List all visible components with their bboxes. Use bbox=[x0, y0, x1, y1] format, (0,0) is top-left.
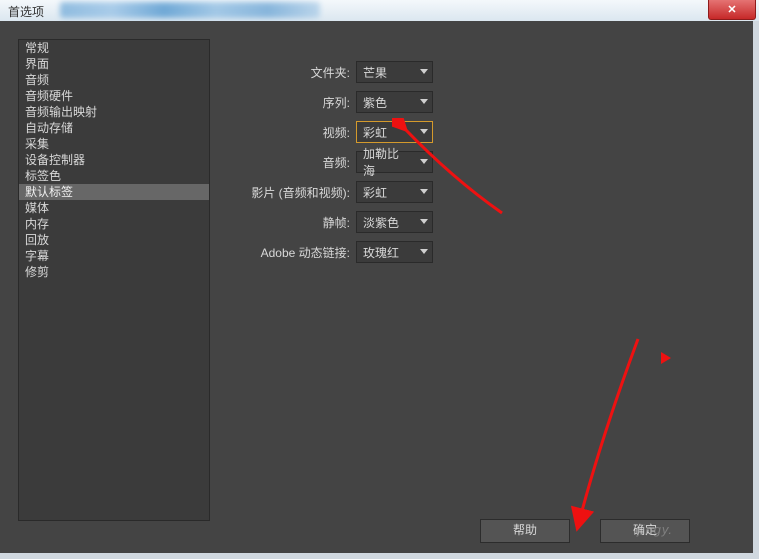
dropdown-value-2: 彩虹 bbox=[357, 124, 416, 141]
dropdown-6[interactable]: 玫瑰红 bbox=[356, 241, 433, 263]
chevron-down-icon bbox=[416, 122, 432, 142]
form-row-6: Adobe 动态链接:玫瑰红 bbox=[235, 241, 495, 263]
form-panel: 文件夹:芒果序列:紫色视频:彩虹音频:加勒比海影片 (音频和视频):彩虹静帧:淡… bbox=[235, 61, 495, 271]
form-label-0: 文件夹: bbox=[235, 64, 356, 81]
form-label-1: 序列: bbox=[235, 94, 356, 111]
form-label-3: 音频: bbox=[235, 154, 356, 171]
titlebar: 首选项 ✕ bbox=[0, 0, 759, 22]
annotation-triangle bbox=[661, 352, 671, 364]
sidebar-item-3[interactable]: 音频硬件 bbox=[19, 88, 209, 104]
chevron-down-icon bbox=[416, 212, 432, 232]
close-button[interactable]: ✕ bbox=[708, 0, 756, 20]
sidebar-item-7[interactable]: 设备控制器 bbox=[19, 152, 209, 168]
dropdown-value-5: 淡紫色 bbox=[357, 214, 416, 231]
window-edge-right bbox=[753, 21, 759, 559]
form-row-0: 文件夹:芒果 bbox=[235, 61, 495, 83]
dropdown-0[interactable]: 芒果 bbox=[356, 61, 433, 83]
form-row-1: 序列:紫色 bbox=[235, 91, 495, 113]
sidebar-item-0[interactable]: 常规 bbox=[19, 40, 209, 56]
dropdown-value-0: 芒果 bbox=[357, 64, 416, 81]
dropdown-4[interactable]: 彩虹 bbox=[356, 181, 433, 203]
chevron-down-icon bbox=[416, 92, 432, 112]
dropdown-value-1: 紫色 bbox=[357, 94, 416, 111]
dropdown-2[interactable]: 彩虹 bbox=[356, 121, 433, 143]
sidebar-item-1[interactable]: 界面 bbox=[19, 56, 209, 72]
dropdown-1[interactable]: 紫色 bbox=[356, 91, 433, 113]
sidebar-item-12[interactable]: 回放 bbox=[19, 232, 209, 248]
form-label-6: Adobe 动态链接: bbox=[235, 244, 356, 261]
category-list[interactable]: 常规界面音频音频硬件音频输出映射自动存储采集设备控制器标签色默认标签媒体内存回放… bbox=[18, 39, 210, 521]
dropdown-value-3: 加勒比海 bbox=[357, 145, 416, 179]
sidebar-item-11[interactable]: 内存 bbox=[19, 216, 209, 232]
chevron-down-icon bbox=[416, 242, 432, 262]
form-row-4: 影片 (音频和视频):彩虹 bbox=[235, 181, 495, 203]
sidebar-item-5[interactable]: 自动存储 bbox=[19, 120, 209, 136]
sidebar-item-6[interactable]: 采集 bbox=[19, 136, 209, 152]
dropdown-value-6: 玫瑰红 bbox=[357, 244, 416, 261]
window-title: 首选项 bbox=[8, 3, 44, 20]
watermark-text: jingy. bbox=[638, 522, 673, 537]
sidebar-item-10[interactable]: 媒体 bbox=[19, 200, 209, 216]
sidebar-item-13[interactable]: 字幕 bbox=[19, 248, 209, 264]
chevron-down-icon bbox=[416, 182, 432, 202]
titlebar-blur-decoration bbox=[60, 2, 320, 18]
close-icon: ✕ bbox=[727, 3, 736, 16]
sidebar-item-2[interactable]: 音频 bbox=[19, 72, 209, 88]
form-label-4: 影片 (音频和视频): bbox=[235, 184, 356, 201]
form-label-2: 视频: bbox=[235, 124, 356, 141]
dialog-body: 常规界面音频音频硬件音频输出映射自动存储采集设备控制器标签色默认标签媒体内存回放… bbox=[0, 21, 759, 559]
form-row-5: 静帧:淡紫色 bbox=[235, 211, 495, 233]
sidebar-item-14[interactable]: 修剪 bbox=[19, 264, 209, 280]
sidebar-item-8[interactable]: 标签色 bbox=[19, 168, 209, 184]
dropdown-value-4: 彩虹 bbox=[357, 184, 416, 201]
chevron-down-icon bbox=[416, 152, 432, 172]
window-edge-bottom bbox=[0, 553, 759, 559]
form-label-5: 静帧: bbox=[235, 214, 356, 231]
dropdown-5[interactable]: 淡紫色 bbox=[356, 211, 433, 233]
dropdown-3[interactable]: 加勒比海 bbox=[356, 151, 433, 173]
help-button[interactable]: 帮助 bbox=[480, 519, 570, 543]
chevron-down-icon bbox=[416, 62, 432, 82]
preferences-window: 首选项 ✕ 常规界面音频音频硬件音频输出映射自动存储采集设备控制器标签色默认标签… bbox=[0, 0, 759, 559]
form-row-3: 音频:加勒比海 bbox=[235, 151, 495, 173]
sidebar-item-4[interactable]: 音频输出映射 bbox=[19, 104, 209, 120]
form-row-2: 视频:彩虹 bbox=[235, 121, 495, 143]
sidebar-item-9[interactable]: 默认标签 bbox=[19, 184, 209, 200]
